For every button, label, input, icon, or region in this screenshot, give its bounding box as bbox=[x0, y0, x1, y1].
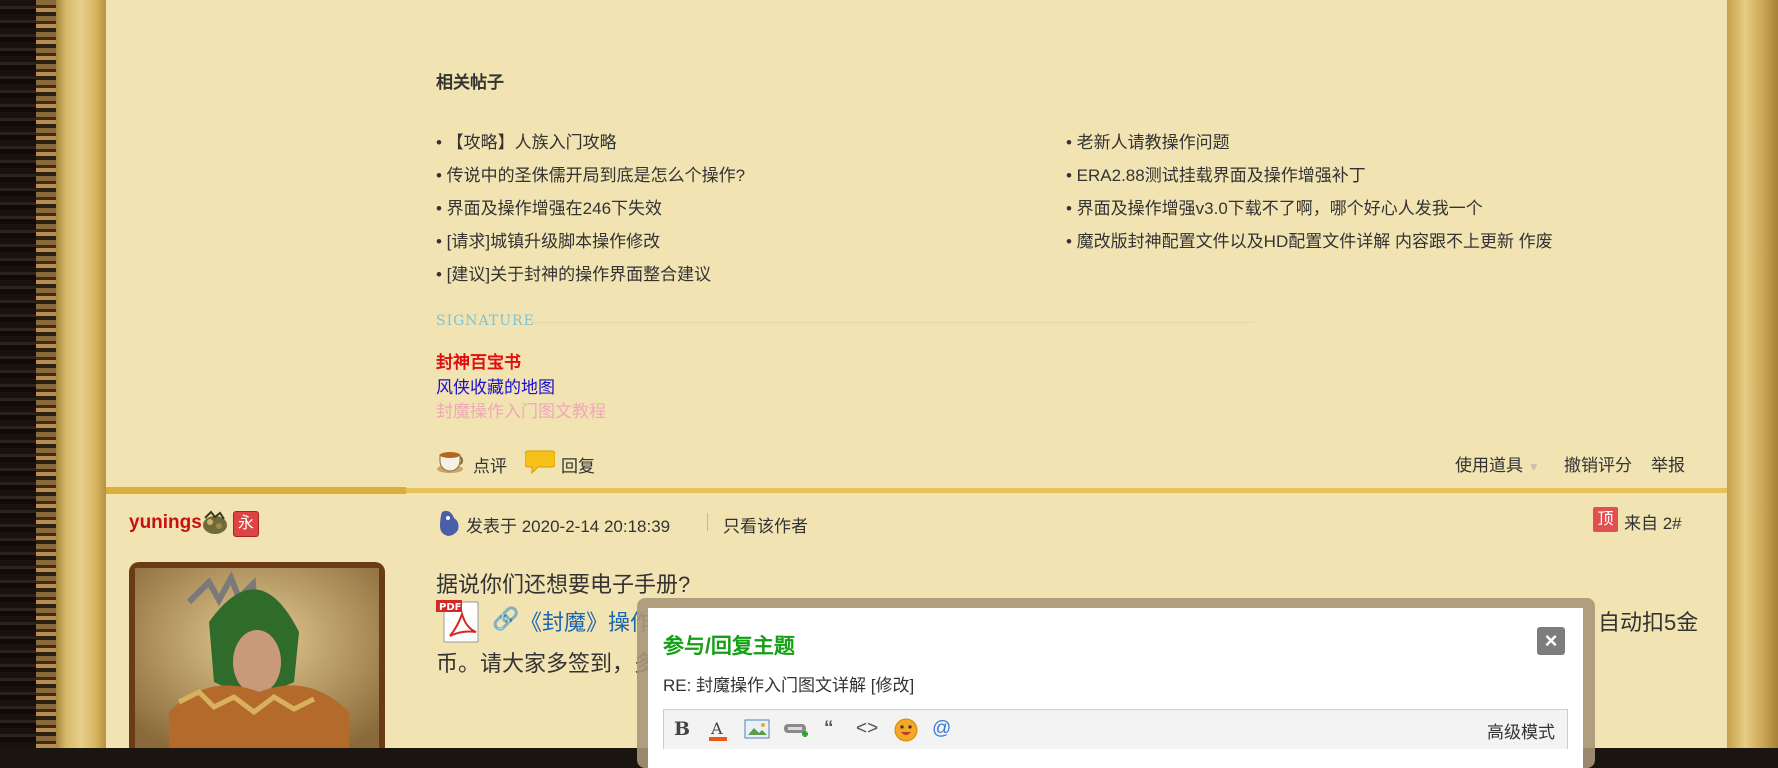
post-divider-accent bbox=[106, 487, 406, 494]
tea-cup-icon bbox=[437, 452, 464, 473]
only-author-link[interactable]: 只看该作者 bbox=[723, 512, 808, 537]
avatar-image bbox=[135, 568, 379, 748]
post-time: 发表于 2020-2-14 20:18:39 bbox=[466, 517, 671, 536]
rank-icon bbox=[201, 510, 229, 541]
insert-link-icon[interactable] bbox=[782, 718, 810, 748]
reply-label[interactable]: 回复 bbox=[561, 452, 595, 477]
speech-bubble-icon bbox=[524, 450, 556, 475]
related-post-link[interactable]: • 老新人请教操作问题 bbox=[1066, 128, 1230, 153]
editor-toolbar: B A “ <> @ 高级模式 bbox=[663, 709, 1568, 749]
quote-icon[interactable]: “ bbox=[824, 718, 834, 740]
meta-separator bbox=[707, 513, 708, 531]
svg-text:A: A bbox=[710, 719, 723, 738]
right-border-paper bbox=[1727, 0, 1778, 748]
signature-link-2[interactable]: 风侠收藏的地图 bbox=[436, 373, 555, 398]
attachment-note: 自动扣5金 bbox=[1598, 610, 1699, 635]
related-post-link[interactable]: • 传说中的圣侏儒开局到底是怎么个操作? bbox=[436, 161, 745, 186]
bold-icon[interactable]: B bbox=[674, 718, 690, 740]
font-color-icon[interactable]: A bbox=[706, 718, 730, 748]
left-border-dark bbox=[0, 0, 36, 748]
attachment-link[interactable]: 《封魔》操作 bbox=[520, 605, 652, 637]
avatar[interactable] bbox=[129, 562, 385, 748]
reply-button[interactable] bbox=[524, 447, 556, 480]
caret-down-icon: ▼ bbox=[1527, 460, 1540, 474]
top-post-badge[interactable]: 顶 bbox=[1593, 507, 1618, 532]
comment-label[interactable]: 点评 bbox=[473, 452, 507, 477]
signature-link-3[interactable]: 封魔操作入门图文教程 bbox=[436, 397, 606, 422]
related-post-link[interactable]: • 【攻略】人族入门攻略 bbox=[436, 128, 617, 153]
revoke-rating-link[interactable]: 撤销评分 bbox=[1564, 451, 1632, 476]
advanced-mode-link[interactable]: 高级模式 bbox=[1487, 718, 1555, 743]
comment-button[interactable] bbox=[436, 447, 468, 480]
image-icon[interactable] bbox=[744, 718, 770, 746]
signature-link-1[interactable]: 封神百宝书 bbox=[436, 348, 521, 373]
dialog-title: 参与/回复主题 bbox=[663, 635, 795, 658]
smiley-icon[interactable] bbox=[894, 718, 918, 748]
related-post-link[interactable]: • 界面及操作增强在246下失效 bbox=[436, 194, 662, 219]
use-item-label: 使用道具 bbox=[1455, 456, 1523, 475]
post-text: 据说你们还想要电子手册? bbox=[436, 572, 691, 597]
related-post-link[interactable]: • 界面及操作增强v3.0下载不了啊，哪个好心人发我一个 bbox=[1066, 194, 1483, 219]
report-link[interactable]: 举报 bbox=[1651, 451, 1685, 476]
floor-number[interactable]: 来自 2# bbox=[1624, 509, 1682, 534]
left-border-paper bbox=[56, 0, 106, 748]
author-username[interactable]: yunings bbox=[129, 512, 202, 534]
mention-icon[interactable]: @ bbox=[932, 718, 951, 740]
signature-label: SIGNATURE bbox=[436, 313, 535, 329]
signature-divider bbox=[532, 322, 1254, 323]
post-mode-icon bbox=[436, 508, 462, 543]
pdf-file-icon: PDF bbox=[436, 598, 484, 649]
left-border-chain bbox=[36, 0, 56, 748]
related-posts-title: 相关帖子 bbox=[436, 73, 504, 92]
use-item-menu[interactable]: 使用道具 ▼ bbox=[1455, 451, 1540, 476]
permanent-badge: 永 bbox=[233, 511, 259, 537]
related-post-link[interactable]: • [请求]城镇升级脚本操作修改 bbox=[436, 227, 660, 252]
code-icon[interactable]: <> bbox=[856, 718, 878, 740]
related-post-link[interactable]: • ERA2.88测试挂载界面及操作增强补丁 bbox=[1066, 161, 1366, 186]
post-text-line: 币。请大家多签到，多 bbox=[436, 651, 657, 676]
svg-text:PDF: PDF bbox=[439, 602, 461, 613]
related-post-link[interactable]: • 魔改版封神配置文件以及HD配置文件详解 内容跟不上更新 作废 bbox=[1066, 227, 1553, 252]
close-button[interactable]: × bbox=[1537, 627, 1565, 655]
post-divider bbox=[406, 488, 1727, 493]
related-post-link[interactable]: • [建议]关于封神的操作界面整合建议 bbox=[436, 260, 711, 285]
link-icon: 🔗 bbox=[492, 606, 520, 631]
reply-subject[interactable]: RE: 封魔操作入门图文详解 [修改] bbox=[663, 671, 914, 696]
